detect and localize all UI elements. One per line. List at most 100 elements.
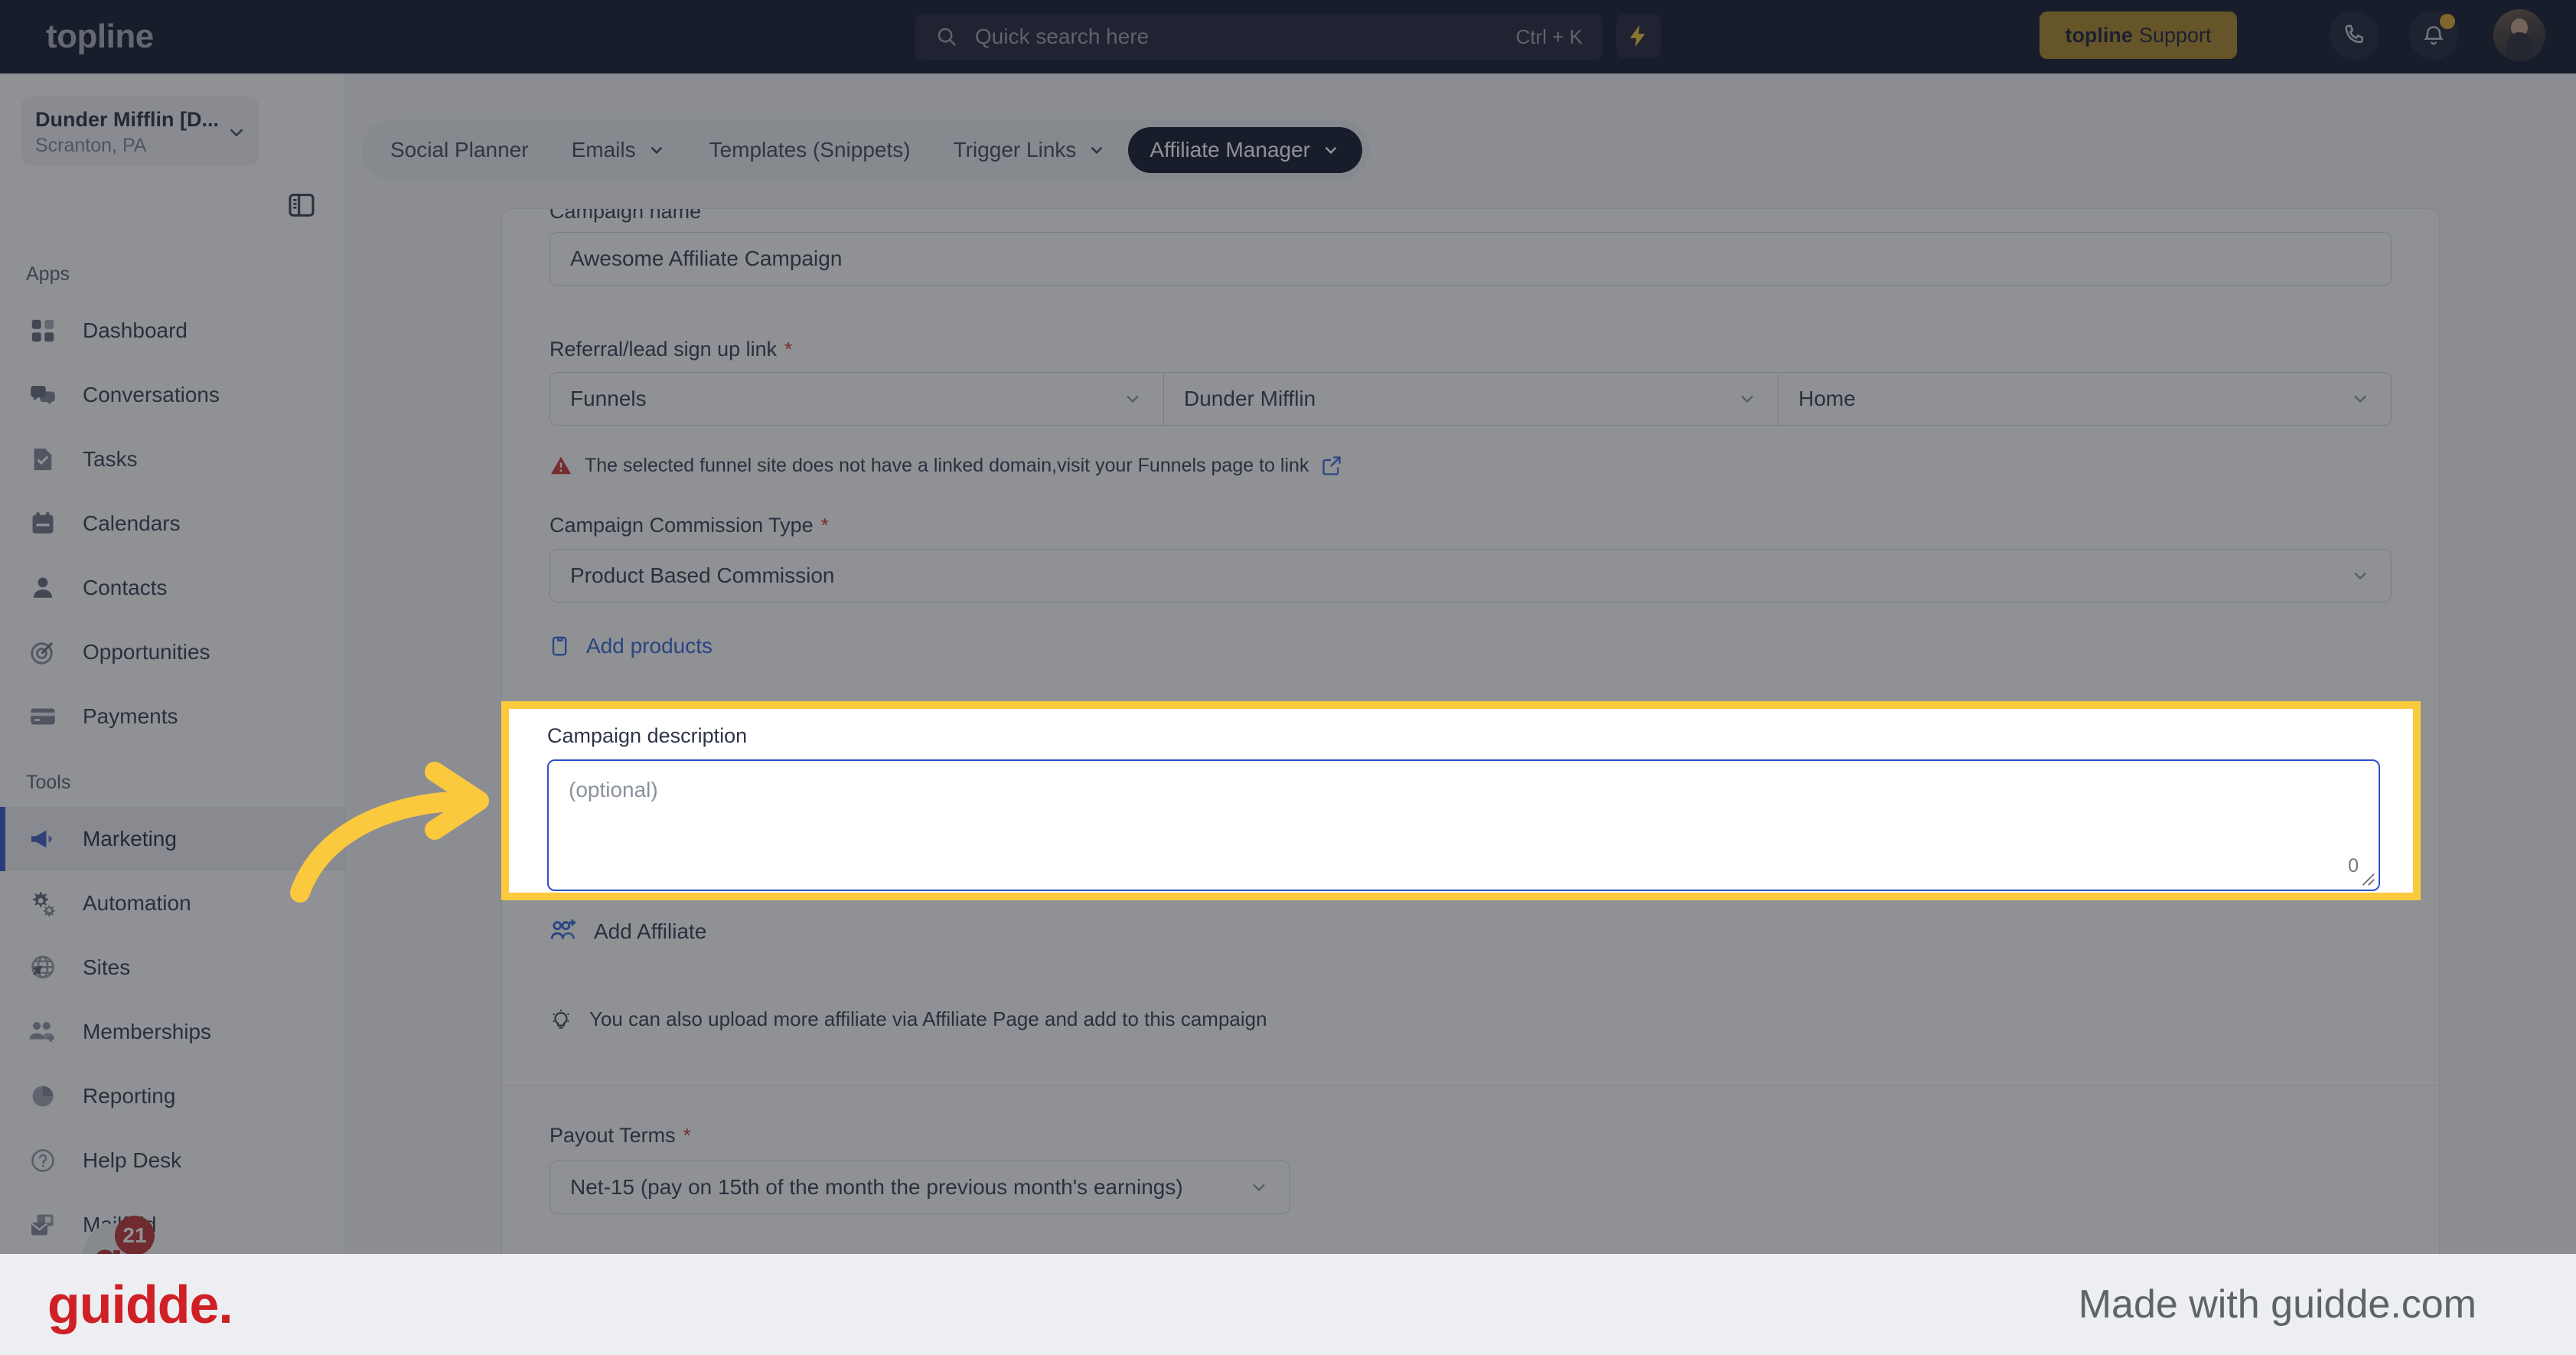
sidebar: Dunder Mifflin [D... Scranton, PA Apps D… [0,73,346,1254]
mailfold-badge-count: 21 [115,1216,155,1254]
add-affiliate-icon [550,919,576,939]
tab-emails[interactable]: Emails [550,127,688,173]
quick-search-box[interactable]: Quick search here Ctrl + K [915,14,1603,60]
support-button[interactable]: topline Support [2040,11,2237,59]
payout-terms-select[interactable]: Net-15 (pay on 15th of the month the pre… [549,1161,1290,1214]
spotlight-campaign-description-label: Campaign description [547,724,748,747]
quick-actions-button[interactable] [1616,14,1661,58]
tab-social-planner[interactable]: Social Planner [369,127,550,173]
chevron-down-icon [1325,146,1337,155]
sidebar-item-payments[interactable]: Payments [0,684,345,749]
phone-button[interactable] [2330,11,2379,60]
add-product-icon [552,636,567,656]
pie-chart-icon [26,1079,60,1113]
search-icon [937,28,957,47]
chevron-down-icon [651,146,662,155]
chevron-down-icon [1127,395,1139,403]
sidebar-group-apps: Dashboard Conversations Tasks Calendars … [0,299,345,749]
support-label: Support [2138,23,2212,47]
spotlight-description-placeholder: (optional) [569,778,658,802]
sidebar-item-label: Automation [83,891,191,915]
sidebar-item-label: Marketing [83,827,177,851]
sidebar-item-label: Reporting [83,1084,176,1108]
spotlight-campaign-description-textarea[interactable]: (optional) 0 [547,759,2380,891]
tab-label: Affiliate Manager [1149,138,1310,162]
calendar-icon [26,507,60,540]
sidebar-item-label: Contacts [83,576,168,599]
referral-link-warning-text: The selected funnel site does not have a… [585,454,1309,476]
warning-triangle-icon [551,456,571,475]
affiliate-hint-text: You can also upload more affiliate via A… [589,1007,1267,1030]
referral-site-select[interactable]: Dunder Mifflin [1164,372,1779,426]
search-shortcut: Ctrl + K [1515,24,1583,48]
megaphone-icon [26,822,60,856]
sidebar-item-contacts[interactable]: Contacts [0,556,345,620]
referral-link-selectors: Funnels Dunder Mifflin Home [549,372,2392,426]
sidebar-item-label: Tasks [83,447,138,471]
required-marker: * [683,1124,691,1147]
tab-affiliate-manager[interactable]: Affiliate Manager [1128,127,1362,173]
sidebar-item-automation[interactable]: Automation [0,871,345,935]
guidde-footer: guidde. Made with guidde.com [0,1254,2576,1355]
sidebar-item-sites[interactable]: Sites [0,935,345,1000]
referral-source-select[interactable]: Funnels [549,372,1164,426]
avatar[interactable] [2493,9,2545,61]
referral-page-value: Home [1798,387,1856,410]
add-products-button[interactable]: Add products [549,634,712,658]
add-affiliate-label: Add Affiliate [594,919,707,943]
tab-templates-snippets[interactable]: Templates (Snippets) [688,127,932,173]
support-brand: topline [2065,23,2133,47]
referral-link-label: Referral/lead sign up link [549,338,778,361]
sidebar-item-label: Calendars [83,511,181,535]
sidebar-item-label: Dashboard [83,318,187,342]
location-sub: Scranton, PA [35,135,147,157]
sidebar-item-label: Opportunities [83,640,210,664]
sidebar-item-conversations[interactable]: Conversations [0,363,345,427]
location-switcher[interactable]: Dunder Mifflin [D... Scranton, PA [21,96,259,165]
sidebar-item-dashboard[interactable]: Dashboard [0,299,345,363]
made-with-guidde: Made with guidde.com [2078,1282,2477,1327]
campaign-name-input[interactable]: Awesome Affiliate Campaign [549,232,2392,286]
campaign-name-label: Campaign name [549,208,702,223]
chevron-down-icon [2354,572,2366,580]
top-bar: topline Quick search here Ctrl + K topli… [0,0,2576,73]
globe-icon [26,951,60,984]
commission-type-label-row: Campaign Commission Type * [549,514,829,537]
app-logo[interactable]: topline [46,18,154,56]
referral-page-select[interactable]: Home [1779,372,2392,426]
sidebar-item-calendars[interactable]: Calendars [0,491,345,556]
chat-bubbles-icon [26,378,60,412]
sidebar-item-memberships[interactable]: Memberships [0,1000,345,1064]
chevron-down-icon [230,129,243,137]
add-affiliate-button[interactable]: Add Affiliate [549,917,706,946]
sidebar-item-label: Payments [83,704,178,728]
side-panel-toggle-icon[interactable] [285,190,318,220]
tab-trigger-links[interactable]: Trigger Links [932,127,1129,173]
required-marker: * [820,514,829,537]
lightning-bolt-icon [1629,24,1645,47]
sidebar-item-label: Conversations [83,383,220,406]
referral-site-value: Dunder Mifflin [1184,387,1316,410]
sidebar-item-marketing[interactable]: Marketing [0,807,345,871]
people-add-icon [26,1015,60,1049]
required-marker: * [784,338,793,361]
referral-source-value: Funnels [570,387,647,410]
resize-handle-icon[interactable] [2359,870,2375,886]
sidebar-item-mailfold[interactable]: Mailfold [0,1193,345,1254]
task-check-icon [26,442,60,476]
notifications-button[interactable] [2409,11,2458,60]
sidebar-item-help-desk[interactable]: Help Desk [0,1128,345,1193]
sidebar-group-tools: Marketing Automation Sites Memberships R… [0,807,345,1254]
sidebar-item-reporting[interactable]: Reporting [0,1064,345,1128]
commission-type-select[interactable]: Product Based Commission [549,549,2392,602]
tab-label: Emails [571,138,636,162]
sidebar-item-opportunities[interactable]: Opportunities [0,620,345,684]
mail-stack-icon [26,1208,60,1242]
chevron-down-icon [1091,146,1103,155]
commission-type-value: Product Based Commission [570,563,835,587]
chevron-down-icon [1253,1184,1265,1192]
affiliate-hint: You can also upload more affiliate via A… [549,1007,1267,1031]
search-placeholder: Quick search here [975,24,1149,48]
external-link-icon[interactable] [1321,455,1342,476]
sidebar-item-tasks[interactable]: Tasks [0,427,345,491]
